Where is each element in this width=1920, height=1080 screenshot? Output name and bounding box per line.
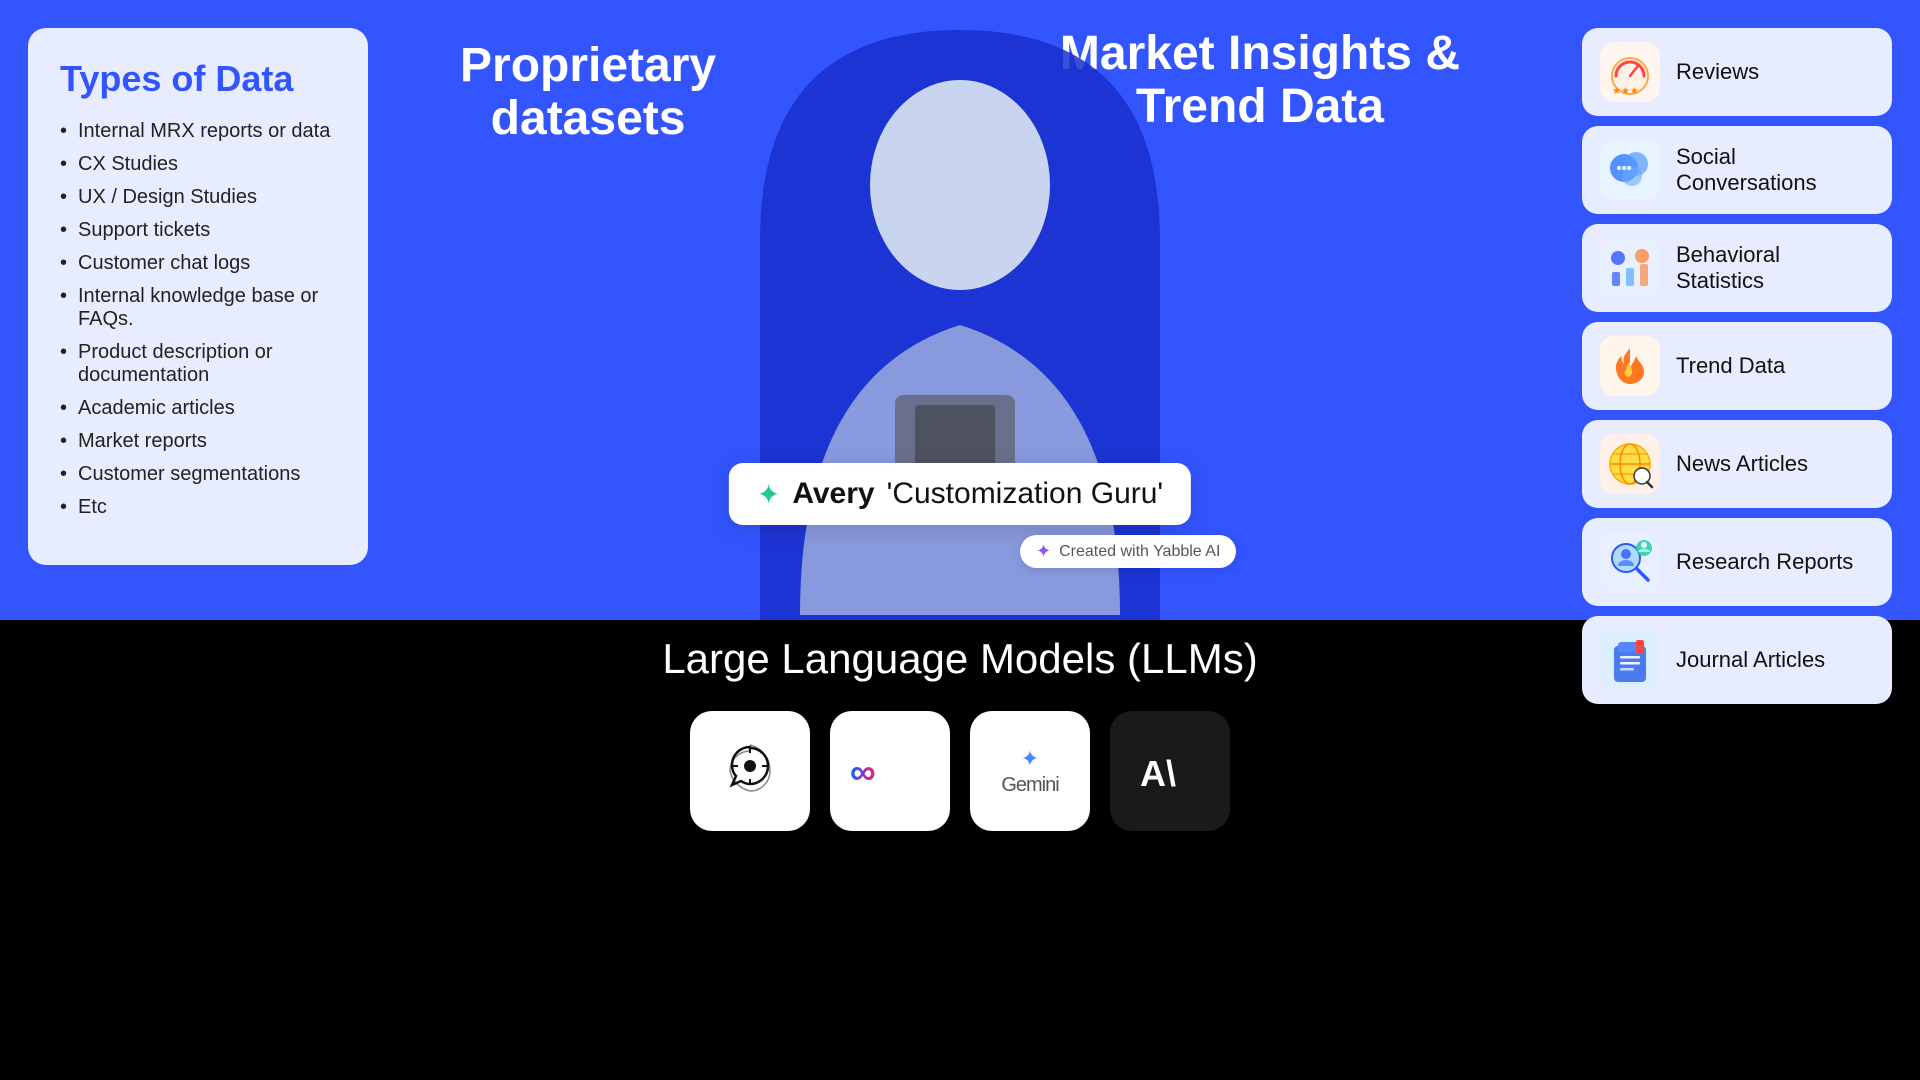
types-title: Types of Data <box>60 58 336 100</box>
research-card: Research Reports <box>1582 518 1892 606</box>
news-icon <box>1600 434 1660 494</box>
llm-title: Large Language Models (LLMs) <box>662 635 1257 683</box>
meta-logo: ∞ <box>830 711 950 831</box>
proprietary-label: Proprietarydatasets <box>460 40 716 146</box>
speedometer-icon: ★★★ <box>1606 48 1654 96</box>
behavioral-card: Behavioral Statistics <box>1582 224 1892 312</box>
list-item: Market reports <box>60 430 336 453</box>
list-item: Internal MRX reports or data <box>60 120 336 143</box>
person-silhouette <box>750 55 1170 615</box>
clipboard-icon <box>1606 636 1654 684</box>
created-badge: ✦ Created with Yabble AI <box>1020 535 1236 568</box>
svg-text:★★★: ★★★ <box>1612 86 1639 96</box>
svg-text:∞: ∞ <box>850 751 876 791</box>
list-item: Support tickets <box>60 219 336 242</box>
social-label: Social Conversations <box>1676 144 1874 196</box>
avery-name: Avery <box>792 477 874 511</box>
flame-icon <box>1606 342 1654 390</box>
news-label: News Articles <box>1676 451 1808 477</box>
journal-label: Journal Articles <box>1676 647 1825 673</box>
trend-label: Trend Data <box>1676 353 1785 379</box>
research-label: Research Reports <box>1676 549 1853 575</box>
gemini-logo: ✦ Gemini <box>970 711 1090 831</box>
list-item: UX / Design Studies <box>60 186 336 209</box>
meta-icon: ∞ <box>845 751 935 791</box>
openai-icon <box>718 739 782 803</box>
list-item: CX Studies <box>60 153 336 176</box>
behavioral-icon <box>1600 238 1660 298</box>
social-icon <box>1600 140 1660 200</box>
created-text: Created with Yabble AI <box>1059 543 1220 561</box>
stats-people-icon <box>1604 242 1656 294</box>
list-item: Etc <box>60 496 336 519</box>
list-item: Customer segmentations <box>60 463 336 486</box>
trend-card: Trend Data <box>1582 322 1892 410</box>
list-item: Academic articles <box>60 397 336 420</box>
openai-logo <box>690 711 810 831</box>
avery-label: ✦ Avery 'Customization Guru' <box>729 463 1191 525</box>
list-item: Customer chat logs <box>60 252 336 275</box>
anthropic-icon: A\ <box>1135 746 1205 796</box>
types-of-data-card: Types of Data Internal MRX reports or da… <box>28 28 368 565</box>
center-section: Proprietarydatasets Market Insights &Tre… <box>400 0 1520 620</box>
right-sidebar: ★★★ Reviews Social Conversations <box>1582 28 1892 704</box>
globe-icon <box>1604 438 1656 490</box>
journal-card: Journal Articles <box>1582 616 1892 704</box>
anthropic-logo: A\ <box>1110 711 1230 831</box>
reviews-card: ★★★ Reviews <box>1582 28 1892 116</box>
spark-icon: ✦ <box>757 478 780 511</box>
trend-icon <box>1600 336 1660 396</box>
types-list: Internal MRX reports or data CX Studies … <box>60 120 336 519</box>
journal-icon <box>1600 630 1660 690</box>
social-card: Social Conversations <box>1582 126 1892 214</box>
reviews-icon: ★★★ <box>1600 42 1660 102</box>
svg-text:A\: A\ <box>1140 753 1176 794</box>
list-item: Internal knowledge base or FAQs. <box>60 285 336 331</box>
chat-bubbles-icon <box>1606 146 1654 194</box>
yabble-spark-icon: ✦ <box>1036 541 1051 562</box>
news-card: News Articles <box>1582 420 1892 508</box>
list-item: Product description or documentation <box>60 341 336 387</box>
llm-section: Large Language Models (LLMs) <box>400 635 1520 831</box>
reviews-label: Reviews <box>1676 59 1759 85</box>
behavioral-label: Behavioral Statistics <box>1676 242 1874 294</box>
llm-logos-row: ∞ ✦ Gemini A\ <box>690 711 1230 831</box>
research-icon <box>1600 532 1660 592</box>
avery-title: 'Customization Guru' <box>887 477 1164 511</box>
research-magnifier-icon <box>1604 536 1656 588</box>
